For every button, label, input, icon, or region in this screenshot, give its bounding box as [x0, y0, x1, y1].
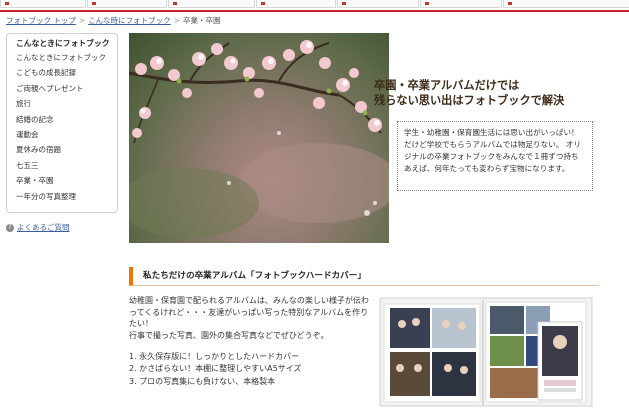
- sidebar-item-shichigosan[interactable]: 七五三: [7, 158, 117, 173]
- nav-icon: [342, 2, 346, 5]
- cherry-blossom-illustration: [129, 40, 389, 238]
- faq-link[interactable]: よくあるご質問: [17, 223, 70, 232]
- intro-text-box: 学生・幼稚園・保育園生活には思い出がいっぱい！ だけど学校でもらうアルバムでは物…: [397, 121, 593, 191]
- breadcrumb: フォトブック トップ > こんな時にフォトブック > 卒業・卒園: [6, 15, 220, 26]
- sidebar-item-child-growth[interactable]: こどもの成長記録: [7, 65, 117, 80]
- sidebar-item-travel[interactable]: 旅行: [7, 96, 117, 111]
- question-icon: ?: [6, 223, 14, 232]
- open-photobook-illustration: [379, 297, 593, 407]
- hero-cherry-blossom-image: [129, 33, 389, 243]
- breadcrumb-link-photobook-top[interactable]: フォトブック トップ: [6, 16, 76, 25]
- nav-icon: [425, 2, 429, 5]
- top-nav-tab[interactable]: [503, 0, 629, 8]
- top-nav-tab[interactable]: [420, 0, 502, 8]
- hero-headline-line2: 残らない思い出はフォトブックで解決: [374, 93, 565, 107]
- sidebar-title: こんなときにフォトブック: [16, 39, 110, 48]
- breadcrumb-link-occasions[interactable]: こんな時にフォトブック: [88, 16, 171, 25]
- hero-headline: 卒園・卒業アルバムだけでは 残らない思い出はフォトブックで解決: [374, 79, 626, 108]
- nav-icon: [508, 2, 512, 5]
- section-description: 幼稚園・保育園で配られるアルバムは、みんなの楽しい様子が伝わってくるけれど・・・…: [129, 296, 369, 341]
- sidebar-item-sports-day[interactable]: 運動会: [7, 127, 117, 142]
- top-nav-tab[interactable]: [0, 0, 86, 8]
- sidebar: こんなときにフォトブック こんなときにフォトブック こどもの成長記録 ご両親へプ…: [6, 33, 118, 213]
- breadcrumb-current: 卒業・卒園: [182, 16, 221, 25]
- photobook-sample-image: [378, 294, 594, 410]
- top-nav-tab[interactable]: [168, 0, 255, 8]
- header-divider: [0, 10, 629, 12]
- top-nav-tab[interactable]: [87, 0, 167, 8]
- nav-icon: [92, 2, 96, 5]
- feature-item-binding: 3. プロの写真集にも負けない、本格製本: [129, 376, 276, 386]
- sidebar-item-summer-homework[interactable]: 夏休みの宿題: [7, 142, 117, 157]
- nav-icon: [173, 2, 177, 5]
- sidebar-item-yearly-photos[interactable]: 一年分の写真整理: [7, 189, 117, 204]
- nav-icon: [261, 2, 265, 5]
- chevron-right-icon: >: [173, 16, 180, 25]
- sidebar-item-parents-gift[interactable]: ご両親へプレゼント: [7, 81, 117, 96]
- feature-item-a5-size: 2. かさばらない！本棚に整理しやすいA5サイズ: [129, 364, 302, 374]
- top-nav-tab[interactable]: [337, 0, 419, 8]
- nav-icon: [5, 2, 9, 5]
- sidebar-item-occasions[interactable]: こんなときにフォトブック: [7, 50, 117, 65]
- hero-headline-line1: 卒園・卒業アルバムだけでは: [374, 79, 520, 92]
- top-nav-tab[interactable]: [256, 0, 336, 8]
- feature-item-hardcover: 1. 永久保存版に！しっかりとしたハードカバー: [129, 352, 300, 361]
- faq-link-row: ? よくあるご質問: [6, 222, 70, 233]
- section-title: 私たちだけの卒業アルバム「フォトブックハードカバー」: [129, 267, 599, 286]
- sidebar-item-graduation[interactable]: 卒業・卒園: [7, 173, 117, 188]
- feature-list: 1. 永久保存版に！しっかりとしたハードカバー 2. かさばらない！本棚に整理し…: [129, 351, 375, 388]
- chevron-right-icon: >: [78, 16, 86, 25]
- sidebar-item-wedding[interactable]: 結婚の記念: [7, 112, 117, 127]
